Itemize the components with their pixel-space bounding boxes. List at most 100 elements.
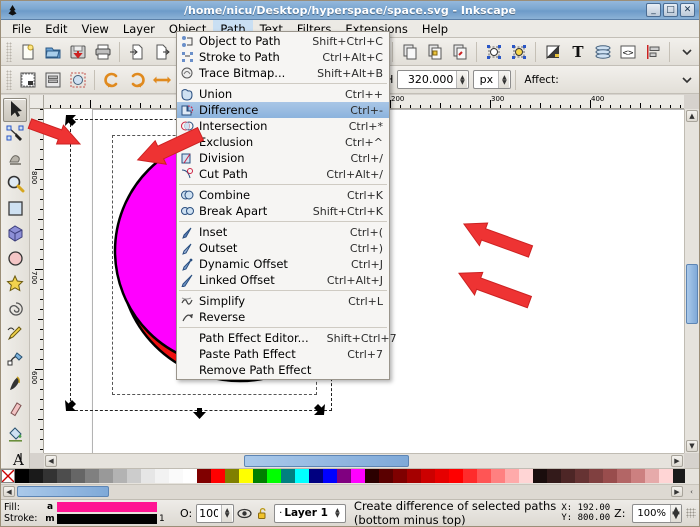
palette-swatch[interactable] bbox=[253, 469, 267, 483]
scroll-left-arrow[interactable]: ◀ bbox=[45, 455, 57, 467]
menu-item-object-to-path[interactable]: Object to Path Shift+Ctrl+C bbox=[177, 33, 389, 49]
path-menu-dropdown[interactable]: Object to Path Shift+Ctrl+C Stroke to Path… bbox=[176, 31, 397, 380]
node-tool[interactable] bbox=[3, 123, 27, 147]
menu-item-inset[interactable]: Inset Ctrl+( bbox=[177, 224, 389, 240]
palette-swatch[interactable] bbox=[211, 469, 225, 483]
menu-item-linked-offset[interactable]: Linked Offset Ctrl+Alt+J bbox=[177, 272, 389, 288]
palette-swatch[interactable] bbox=[323, 469, 337, 483]
palette-swatch[interactable] bbox=[141, 469, 155, 483]
menu-item-path-effect-editor[interactable]: Path Effect Editor... Shift+Ctrl+7 bbox=[177, 330, 397, 346]
palette-swatch[interactable] bbox=[295, 469, 309, 483]
toolbar-grip[interactable] bbox=[6, 69, 12, 90]
select-all-button[interactable] bbox=[15, 68, 40, 92]
print-button[interactable] bbox=[90, 40, 115, 64]
palette-swatch[interactable] bbox=[71, 469, 85, 483]
palette-menu-button[interactable]: ‹ bbox=[686, 486, 697, 497]
tweak-tool[interactable] bbox=[3, 148, 27, 172]
select-all-in-all-layers-button[interactable] bbox=[40, 68, 65, 92]
bezier-tool[interactable] bbox=[3, 348, 27, 372]
zoom-tool[interactable] bbox=[3, 173, 27, 197]
menu-edit[interactable]: Edit bbox=[38, 20, 74, 38]
palette-swatch[interactable] bbox=[435, 469, 449, 483]
menu-file[interactable]: File bbox=[5, 20, 38, 38]
menu-layer[interactable]: Layer bbox=[116, 20, 162, 38]
palette-swatch[interactable] bbox=[533, 469, 547, 483]
palette-swatch[interactable] bbox=[155, 469, 169, 483]
palette-swatch[interactable] bbox=[29, 469, 43, 483]
text-and-font-button[interactable]: T bbox=[565, 40, 590, 64]
rotate-90-ccw-button[interactable] bbox=[99, 68, 124, 92]
palette-swatch[interactable] bbox=[113, 469, 127, 483]
group-button[interactable] bbox=[481, 40, 506, 64]
menu-item-exclusion[interactable]: Exclusion Ctrl+^ bbox=[177, 134, 389, 150]
palette-swatch[interactable] bbox=[183, 469, 197, 483]
rotate-90-cw-button[interactable] bbox=[124, 68, 149, 92]
palette-swatch[interactable] bbox=[519, 469, 533, 483]
palette-swatch[interactable] bbox=[43, 469, 57, 483]
horizontal-scrollbar[interactable]: ◀ ▶ bbox=[44, 453, 684, 468]
close-button[interactable]: ✕ bbox=[680, 3, 695, 17]
calligraphy-tool[interactable] bbox=[3, 373, 27, 397]
h-field[interactable]: ▲▼ bbox=[397, 70, 470, 89]
color-palette[interactable] bbox=[1, 469, 685, 483]
palette-swatch[interactable] bbox=[281, 469, 295, 483]
layers-button[interactable] bbox=[590, 40, 615, 64]
palette-swatch[interactable] bbox=[127, 469, 141, 483]
menu-item-union[interactable]: Union Ctrl++ bbox=[177, 86, 389, 102]
opacity-spinner[interactable]: ▲ ▼ bbox=[221, 504, 233, 522]
layer-selector[interactable]: · Layer 1 ▲ ▼ bbox=[274, 503, 346, 523]
commands-overflow-button[interactable] bbox=[674, 40, 699, 64]
duplicate-button[interactable] bbox=[397, 40, 422, 64]
ellipse-tool[interactable] bbox=[3, 248, 27, 272]
export-button[interactable] bbox=[149, 40, 174, 64]
palette-swatch[interactable] bbox=[407, 469, 421, 483]
palette-swatch[interactable] bbox=[673, 469, 685, 483]
align-and-distribute-button[interactable] bbox=[640, 40, 665, 64]
menu-help[interactable]: Help bbox=[415, 20, 455, 38]
palette-swatch[interactable] bbox=[575, 469, 589, 483]
swatch-none[interactable] bbox=[1, 469, 15, 483]
3dbox-tool[interactable] bbox=[3, 223, 27, 247]
palette-swatch[interactable] bbox=[365, 469, 379, 483]
palette-swatch[interactable] bbox=[505, 469, 519, 483]
palette-swatch[interactable] bbox=[603, 469, 617, 483]
menu-item-trace-bitmap[interactable]: Trace Bitmap... Shift+Alt+B bbox=[177, 65, 389, 81]
unlink-clone-button[interactable] bbox=[447, 40, 472, 64]
palette-scrollbar[interactable]: ◀ ▶ ‹ bbox=[1, 484, 699, 499]
palette-swatch[interactable] bbox=[85, 469, 99, 483]
palette-scroll-left[interactable]: ◀ bbox=[3, 486, 15, 497]
palette-swatch[interactable] bbox=[225, 469, 239, 483]
menu-item-reverse[interactable]: Reverse bbox=[177, 309, 389, 325]
open-button[interactable] bbox=[40, 40, 65, 64]
palette-swatch[interactable] bbox=[631, 469, 645, 483]
fill-indicator[interactable]: a bbox=[43, 501, 178, 513]
menu-item-dynamic-offset[interactable]: Dynamic Offset Ctrl+J bbox=[177, 256, 389, 272]
palette-swatch[interactable] bbox=[99, 469, 113, 483]
palette-swatch[interactable] bbox=[57, 469, 71, 483]
h-input[interactable] bbox=[398, 71, 457, 88]
vertical-scroll-thumb[interactable] bbox=[686, 264, 698, 324]
minimize-button[interactable]: _ bbox=[646, 3, 661, 17]
resize-grip[interactable] bbox=[686, 508, 696, 518]
scroll-up-arrow[interactable]: ▲ bbox=[686, 110, 698, 122]
palette-swatch[interactable] bbox=[645, 469, 659, 483]
menu-item-difference[interactable]: Difference Ctrl+- bbox=[177, 102, 389, 118]
palette-swatch[interactable] bbox=[463, 469, 477, 483]
palette-swatch[interactable] bbox=[351, 469, 365, 483]
opacity-field[interactable]: ▲▼ bbox=[196, 503, 235, 523]
palette-scroll-thumb[interactable] bbox=[17, 486, 109, 497]
menu-item-combine[interactable]: Combine Ctrl+K bbox=[177, 187, 389, 203]
opacity-input[interactable] bbox=[197, 504, 222, 522]
menu-item-paste-path-effect[interactable]: Paste Path Effect Ctrl+7 bbox=[177, 346, 389, 362]
palette-swatch[interactable] bbox=[267, 469, 281, 483]
menu-item-cut-path[interactable]: Cut Path Ctrl+Alt+/ bbox=[177, 166, 389, 182]
scroll-right-arrow[interactable]: ▶ bbox=[671, 455, 683, 467]
palette-swatch[interactable] bbox=[421, 469, 435, 483]
palette-swatch[interactable] bbox=[449, 469, 463, 483]
palette-swatch[interactable] bbox=[15, 469, 29, 483]
stroke-indicator[interactable]: m 1 bbox=[43, 513, 178, 525]
clone-button[interactable] bbox=[422, 40, 447, 64]
palette-swatch[interactable] bbox=[197, 469, 211, 483]
menu-item-intersection[interactable]: Intersection Ctrl+* bbox=[177, 118, 389, 134]
menu-view[interactable]: View bbox=[75, 20, 116, 38]
